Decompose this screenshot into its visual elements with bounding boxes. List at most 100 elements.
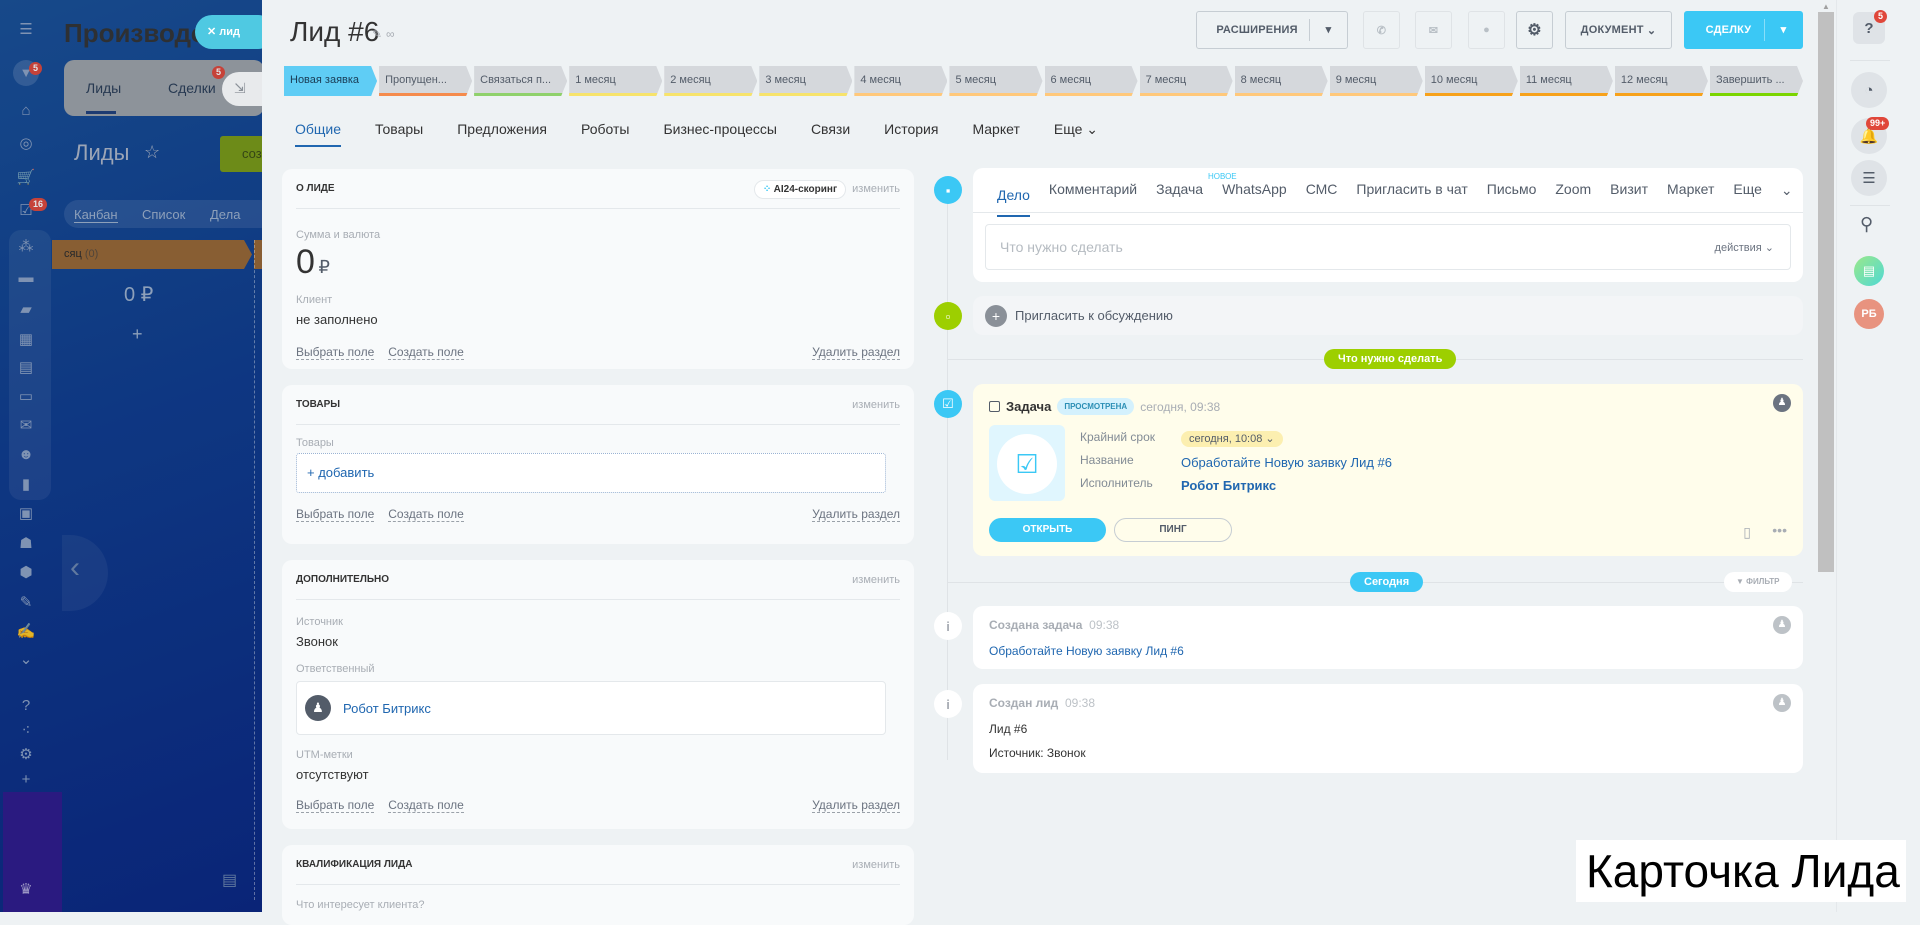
activity-tab-8[interactable]: Визит: [1610, 181, 1648, 199]
caret-down-icon[interactable]: ▾: [1309, 19, 1347, 41]
task-icon: ☑: [997, 434, 1057, 494]
ai-scoring-button[interactable]: ⁘ AI24-скоринг: [753, 179, 847, 199]
stage-11[interactable]: 8 месяц: [1235, 66, 1328, 96]
activity-tab-5[interactable]: Пригласить в чат: [1356, 181, 1467, 199]
delete-section-link[interactable]: Удалить раздел: [812, 507, 900, 522]
convert-deal-button[interactable]: СДЕЛКУ ▾: [1684, 11, 1803, 49]
create-field-link[interactable]: Создать поле: [388, 798, 464, 813]
event-link[interactable]: Обработайте Новую заявку Лид #6: [989, 644, 1787, 658]
stage-15[interactable]: 12 месяц: [1615, 66, 1708, 96]
document-button[interactable]: ДОКУМЕНТ ⌄: [1565, 11, 1672, 49]
activity-tab-6[interactable]: Письмо: [1487, 181, 1537, 199]
complete-checkbox[interactable]: [989, 401, 1000, 412]
tab-products[interactable]: Товары: [375, 121, 423, 147]
pencil-icon[interactable]: ✎: [372, 27, 382, 41]
activity-tab-0[interactable]: Дело: [997, 187, 1030, 217]
tab-robots[interactable]: Роботы: [581, 121, 629, 147]
invite-discussion[interactable]: + Пригласить к обсуждению: [973, 296, 1803, 335]
link-icon[interactable]: ∞: [386, 27, 395, 41]
activity-tab-2[interactable]: Задача: [1156, 181, 1203, 199]
more-dots-icon[interactable]: •••: [1772, 522, 1787, 538]
activity-tab-7[interactable]: Zoom: [1555, 181, 1591, 199]
messenger-icon[interactable]: ●: [1468, 11, 1505, 49]
user-avatar[interactable]: РБ: [1854, 299, 1884, 329]
background-crm: Производств Лиды Сделки 5 Лиды ☆ соз Кан…: [0, 0, 262, 912]
select-field-link[interactable]: Выбрать поле: [296, 798, 375, 813]
phone-icon[interactable]: ✆: [1363, 11, 1400, 49]
section-title: Дополнительно: [296, 574, 390, 585]
stage-12[interactable]: 9 месяц: [1330, 66, 1423, 96]
actions-dropdown[interactable]: действия ⌄: [1715, 241, 1774, 254]
select-field-link[interactable]: Выбрать поле: [296, 507, 375, 522]
stage-8[interactable]: 5 месяц: [949, 66, 1042, 96]
section-title: О лиде: [296, 183, 335, 194]
search-icon[interactable]: ⚲: [1860, 214, 1873, 235]
activity-tab-1[interactable]: Комментарий: [1049, 181, 1137, 199]
stage-16[interactable]: Завершить ...: [1710, 66, 1803, 96]
mail-icon[interactable]: ✉: [1415, 11, 1452, 49]
stage-13[interactable]: 10 месяц: [1425, 66, 1518, 96]
stage-2[interactable]: Пропущен...: [379, 66, 472, 96]
responsible-field[interactable]: ♟ Робот Битрикс: [296, 681, 886, 735]
scroll-up-arrow[interactable]: ▲: [1822, 2, 1830, 11]
stage-10[interactable]: 7 месяц: [1140, 66, 1233, 96]
edit-link[interactable]: изменить: [852, 574, 900, 586]
deadline-dropdown[interactable]: сегодня, 10:08 ⌄: [1181, 431, 1283, 447]
activity-tab-4[interactable]: СМС: [1306, 181, 1338, 199]
client-label: Клиент: [296, 294, 333, 306]
executor-link[interactable]: Робот Битрикс: [1181, 474, 1392, 497]
activity-tab-3[interactable]: WhatsApp: [1222, 181, 1287, 199]
news-icon[interactable]: ▤: [1854, 256, 1884, 286]
tab-history[interactable]: История: [884, 121, 938, 147]
user-avatar-icon[interactable]: ♟: [1773, 616, 1791, 634]
stage-14[interactable]: 11 месяц: [1520, 66, 1613, 96]
ping-button[interactable]: ПИНГ: [1114, 518, 1232, 542]
filter-button[interactable]: ▼ ФИЛЬТР: [1724, 572, 1792, 592]
add-product-button[interactable]: + добавить: [296, 453, 886, 493]
scrollbar[interactable]: [1818, 12, 1834, 572]
stage-9[interactable]: 6 месяц: [1045, 66, 1138, 96]
task-name-link[interactable]: Обработайте Новую заявку Лид #6: [1181, 451, 1392, 474]
stage-3[interactable]: Связаться п...: [474, 66, 567, 96]
status-badge: просмотрена: [1057, 398, 1135, 415]
qualification-label: Что интересует клиента?: [296, 899, 425, 911]
tab-more[interactable]: Еще ⌄: [1054, 121, 1098, 147]
copilot-icon[interactable]: ◔: [1851, 72, 1887, 108]
minimize-icon[interactable]: ⇲: [222, 72, 262, 106]
delete-section-link[interactable]: Удалить раздел: [812, 798, 900, 813]
delete-section-link[interactable]: Удалить раздел: [812, 345, 900, 360]
divider: [1850, 205, 1890, 206]
tab-general[interactable]: Общие: [295, 121, 342, 147]
stage-5[interactable]: 2 месяц: [664, 66, 757, 96]
task-illustration: ☑: [989, 425, 1065, 501]
extensions-button[interactable]: РАСШИРЕНИЯ ▾: [1196, 11, 1348, 49]
todo-input[interactable]: Что нужно сделать: [1000, 239, 1123, 255]
gear-icon[interactable]: ⚙: [1516, 11, 1553, 49]
user-avatar-icon[interactable]: ♟: [1773, 694, 1791, 712]
open-button[interactable]: ОТКРЫТЬ: [989, 518, 1106, 542]
stage-6[interactable]: 3 месяц: [759, 66, 852, 96]
stage-4[interactable]: 1 месяц: [569, 66, 662, 96]
invite-label: Пригласить к обсуждению: [1015, 308, 1173, 323]
tab-business-processes[interactable]: Бизнес-процессы: [663, 121, 776, 147]
activity-tab-9[interactable]: Маркет: [1667, 181, 1714, 199]
select-field-link[interactable]: Выбрать поле: [296, 345, 375, 360]
responsible-name[interactable]: Робот Битрикс: [343, 701, 431, 716]
tab-market[interactable]: Маркет: [972, 121, 1019, 147]
executor-label: Исполнитель: [1080, 476, 1153, 490]
chat-list-icon[interactable]: ☰: [1851, 160, 1887, 196]
edit-link[interactable]: изменить: [852, 859, 900, 871]
tab-links[interactable]: Связи: [811, 121, 850, 147]
stage-1[interactable]: Новая заявка: [284, 66, 377, 96]
close-slider-tab[interactable]: ✕ лид: [195, 15, 262, 49]
activity-tab-10[interactable]: Еще: [1733, 181, 1762, 199]
caret-down-icon[interactable]: ▾: [1764, 19, 1802, 41]
create-field-link[interactable]: Создать поле: [388, 507, 464, 522]
note-icon[interactable]: ▯: [1743, 524, 1751, 541]
edit-link[interactable]: изменить: [852, 183, 900, 195]
create-field-link[interactable]: Создать поле: [388, 345, 464, 360]
tab-offers[interactable]: Предложения: [457, 121, 547, 147]
user-avatar-icon[interactable]: ♟: [1773, 394, 1791, 412]
edit-link[interactable]: изменить: [852, 399, 900, 411]
stage-7[interactable]: 4 месяц: [854, 66, 947, 96]
